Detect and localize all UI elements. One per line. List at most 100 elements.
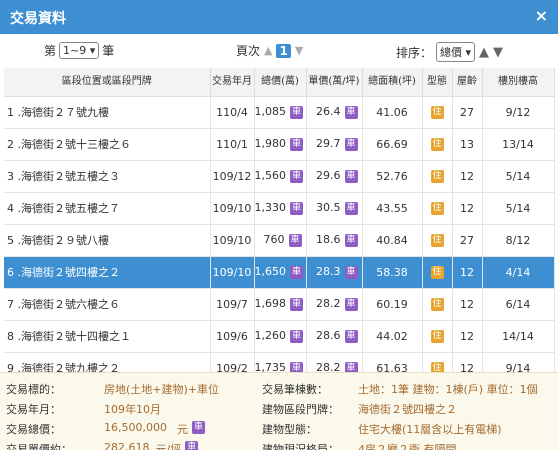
cell-total: 1,260 車 [254,320,307,353]
pagination: 頁次 ▲ 1 ▼ [236,42,303,59]
header-date[interactable]: 交易年月 [210,68,255,97]
parking-badge: 車 [344,169,358,183]
cell-date: 109/6 [210,320,255,353]
header-total[interactable]: 總價(萬) [254,68,307,97]
cell-total: 1,698 車 [254,288,307,321]
prev-page-icon[interactable]: ▲ [264,44,272,57]
detail-unit-label: 交易單價約： [6,443,72,450]
detail-address-value: 海德街２號四樓之２ [358,403,457,416]
table-row[interactable]: 1 .海德街２７號九樓 110/4 1,085 車 26.4 車 41.06 住 27 9/12 [4,96,555,129]
sort-desc-icon[interactable]: ▼ [493,45,503,60]
cell-address[interactable]: 8 .海德街２號十四樓之１ [4,320,211,353]
cell-total: 1,650 車 [254,256,307,289]
detail-building-type: 建物型態： 住宅大樓(11層含以上有電梯) [262,421,502,437]
cell-age: 12 [452,192,483,225]
cell-date: 110/4 [210,96,255,129]
detail-target: 交易標的： 房地(土地+建物)+車位 [6,381,219,397]
table-header: 區段位置或區段門牌 交易年月 總價(萬) 單價(萬/坪) 總面積(坪) 型態 屋… [4,68,555,97]
detail-date-value: 109年10月 [104,403,161,416]
page-label: 頁次 [236,44,261,58]
table-row[interactable]: 5 .海德街２９號八樓 109/10 760 車 18.6 車 40.84 住 27 8/12 [4,224,555,257]
cell-area: 40.84 [362,224,423,257]
cell-unit: 18.6 車 [306,224,363,257]
range-select[interactable]: 1~9 ▾ [59,42,100,59]
cell-address[interactable]: 3 .海德街２號五樓之３ [4,160,211,193]
header-unit[interactable]: 單價(萬/坪) [306,68,363,97]
table-row[interactable]: 3 .海德街２號五樓之３ 109/12 1,560 車 29.6 車 52.76 住 12 5/1… [4,160,555,193]
cell-unit-value: 28.3 [316,265,341,279]
cell-type: 住 [422,320,453,353]
cell-address[interactable]: 1 .海德街２７號九樓 [4,96,211,129]
cell-total-value: 1,560 [254,169,287,183]
cell-address[interactable]: 6 .海德街２號四樓之２ [4,256,211,289]
cell-total-value: 1,650 [254,265,287,279]
cell-unit: 29.6 車 [306,160,363,193]
cell-type: 住 [422,128,453,161]
parking-badge: 車 [344,105,358,119]
parking-badge: 車 [288,233,302,247]
cell-address[interactable]: 4 .海德街２號五樓之７ [4,192,211,225]
residential-badge: 住 [430,169,444,183]
cell-total-value: 1,085 [254,105,287,119]
cell-address[interactable]: 5 .海德街２９號八樓 [4,224,211,257]
cell-age: 27 [452,224,483,257]
cell-date: 109/10 [210,192,255,225]
detail-date: 交易年月： 109年10月 [6,401,161,417]
range-select-value: 1~9 [63,44,87,57]
header-area[interactable]: 總面積(坪) [362,68,423,97]
table-row[interactable]: 4 .海德街２號五樓之７ 109/10 1,330 車 30.5 車 43.55 住 12 5/1… [4,192,555,225]
cell-type: 住 [422,224,453,257]
cell-address[interactable]: 7 .海德街２號六樓之６ [4,288,211,321]
current-page[interactable]: 1 [276,43,291,58]
cell-unit: 29.7 車 [306,128,363,161]
header-floor[interactable]: 樓別樓高 [482,68,555,97]
cell-age: 13 [452,128,483,161]
table-row[interactable]: 7 .海德街２號六樓之６ 109/7 1,698 車 28.2 車 60.19 住 12 6/14 [4,288,555,321]
table-row[interactable]: 6 .海德街２號四樓之２ 109/10 1,650 車 28.3 車 58.38 住 12 4/1… [4,256,555,289]
sort-select[interactable]: 總價 ▾ [436,42,476,62]
sort-label: 排序： [396,45,433,60]
chevron-down-icon: ▾ [465,46,472,59]
cell-area: 43.55 [362,192,423,225]
cell-total-value: 1,980 [254,137,287,151]
detail-layout-label: 建物現況格局： [262,443,339,450]
cell-age: 12 [452,256,483,289]
detail-counts-value: 土地：1筆 建物：1棟(戶) 車位：1個 [358,383,538,396]
cell-total: 760 車 [254,224,307,257]
detail-layout: 建物現況格局： 4房２廳２衛 有隔間 [262,441,457,450]
cell-unit: 26.4 車 [306,96,363,129]
dialog-titlebar: 交易資料 × [0,0,558,34]
sort-asc-icon[interactable]: ▲ [479,45,489,60]
detail-total-unit: 元 [176,423,188,436]
next-page-icon[interactable]: ▼ [295,44,303,57]
detail-total-label: 交易總價： [6,423,61,436]
detail-target-value: 房地(土地+建物)+車位 [104,383,220,396]
residential-badge: 住 [430,297,444,311]
cell-type: 住 [422,192,453,225]
detail-address: 建物區段門牌： 海德街２號四樓之２ [262,401,457,417]
parking-badge: 車 [290,297,303,311]
table-row[interactable]: 8 .海德街２號十四樓之１ 109/6 1,260 車 28.6 車 44.02 住 12 14/… [4,320,555,353]
cell-floor: 14/14 [482,320,555,353]
cell-floor: 4/14 [482,256,555,289]
cell-total: 1,560 車 [254,160,307,193]
header-type[interactable]: 型態 [422,68,453,97]
detail-building-type-value: 住宅大樓(11層含以上有電梯) [358,423,502,436]
detail-unit-price: 交易單價約： 282,618 元/坪 車 [6,441,199,450]
cell-unit: 28.6 車 [306,320,363,353]
header-age[interactable]: 屋齡 [452,68,483,97]
close-icon[interactable]: × [535,6,548,25]
table-row[interactable]: 2 .海德街２號十三樓之６ 110/1 1,980 車 29.7 車 66.69 住 13 13/… [4,128,555,161]
detail-address-label: 建物區段門牌： [262,403,339,416]
cell-date: 109/10 [210,224,255,257]
cell-area: 41.06 [362,96,423,129]
cell-address[interactable]: 2 .海德街２號十三樓之６ [4,128,211,161]
parking-badge: 車 [344,265,358,279]
cell-age: 12 [452,320,483,353]
cell-area: 66.69 [362,128,423,161]
cell-total-value: 1,330 [254,201,287,215]
cell-area: 58.38 [362,256,423,289]
cell-floor: 5/14 [482,160,555,193]
header-address[interactable]: 區段位置或區段門牌 [4,68,211,97]
range-selector: 第 1~9 ▾ 筆 [44,42,114,59]
